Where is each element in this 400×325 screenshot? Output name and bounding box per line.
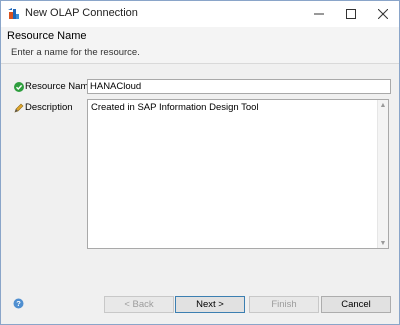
resource-name-label: Resource Name	[25, 81, 94, 92]
description-textarea[interactable]: Created in SAP Information Design Tool ▲…	[87, 99, 389, 249]
check-circle-icon	[14, 82, 24, 92]
cancel-button[interactable]: Cancel	[321, 296, 391, 313]
svg-text:?: ?	[16, 299, 21, 308]
pencil-icon	[14, 103, 24, 113]
resource-name-input[interactable]	[87, 79, 391, 94]
minimize-button[interactable]	[303, 1, 335, 27]
back-button[interactable]: < Back	[104, 296, 174, 313]
page-subtitle: Enter a name for the resource.	[11, 47, 140, 58]
finish-button[interactable]: Finish	[249, 296, 319, 313]
description-label: Description	[25, 102, 73, 113]
maximize-icon	[346, 9, 356, 19]
dialog-window: New OLAP Connection Resource Name Enter …	[0, 0, 400, 325]
next-button[interactable]: Next >	[175, 296, 245, 313]
chevron-up-icon[interactable]: ▲	[378, 100, 388, 110]
description-text: Created in SAP Information Design Tool	[91, 102, 259, 113]
title-bar[interactable]: New OLAP Connection	[1, 1, 399, 27]
help-icon[interactable]: ?	[13, 298, 24, 309]
chevron-down-icon[interactable]: ▼	[378, 238, 388, 248]
maximize-button[interactable]	[335, 1, 367, 27]
description-scrollbar[interactable]: ▲ ▼	[377, 100, 388, 248]
page-title: Resource Name	[7, 30, 87, 42]
minimize-icon	[314, 9, 324, 19]
close-icon	[378, 9, 388, 19]
wizard-banner: Resource Name Enter a name for the resou…	[1, 27, 399, 64]
olap-connection-icon	[7, 7, 21, 21]
window-title: New OLAP Connection	[25, 7, 138, 19]
close-button[interactable]	[367, 1, 399, 27]
